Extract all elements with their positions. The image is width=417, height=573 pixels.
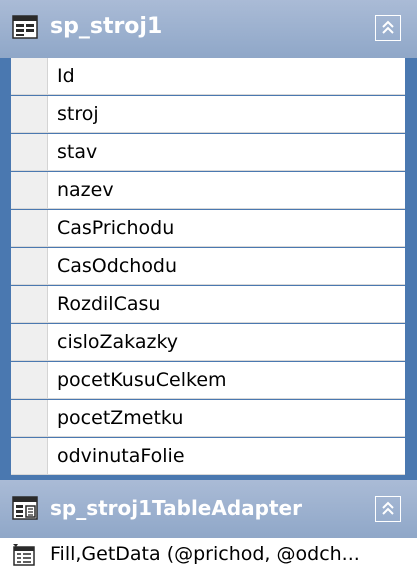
datatable-icon [12, 15, 38, 39]
column-name: RozdilCasu [57, 293, 161, 315]
row-selector[interactable] [11, 362, 48, 398]
row-selector[interactable] [11, 324, 48, 360]
datatable-sp-stroj1[interactable]: sp_stroj1 Id stroj stav nazev CasPrichod… [0, 0, 417, 573]
row-selector[interactable] [11, 286, 48, 322]
row-selector[interactable] [11, 210, 48, 246]
row-selector[interactable] [11, 438, 48, 474]
collapse-table-button[interactable] [375, 15, 401, 41]
row-selector[interactable] [11, 96, 48, 132]
column-name: odvinutaFolie [57, 445, 185, 467]
row-selector[interactable] [11, 172, 48, 208]
column-list: Id stroj stav nazev CasPrichodu CasOdcho… [0, 58, 417, 480]
column-name: Id [57, 65, 75, 87]
column-row[interactable]: RozdilCasu [11, 286, 405, 323]
column-name: pocetKusuCelkem [57, 369, 227, 391]
column-row[interactable]: pocetKusuCelkem [11, 362, 405, 399]
column-name: nazev [57, 179, 114, 201]
tableadapter-icon [12, 496, 38, 520]
collapse-adapter-button[interactable] [375, 496, 401, 522]
column-row[interactable]: Id [11, 58, 405, 95]
query-icon [13, 544, 35, 566]
query-label: Fill,GetData (@prichod, @odch... [50, 543, 360, 565]
column-row[interactable]: cisloZakazky [11, 324, 405, 361]
column-name: CasPrichodu [57, 217, 175, 239]
row-selector[interactable] [11, 400, 48, 436]
double-chevron-up-icon [382, 501, 394, 515]
column-row[interactable]: stroj [11, 96, 405, 133]
column-row[interactable]: pocetZmetku [11, 400, 405, 437]
datatable-title: sp_stroj1 [50, 14, 163, 39]
column-row[interactable]: nazev [11, 172, 405, 209]
column-row[interactable]: stav [11, 134, 405, 171]
column-row[interactable]: CasPrichodu [11, 210, 405, 247]
row-selector[interactable] [11, 58, 48, 94]
column-name: stav [57, 141, 98, 163]
column-row[interactable]: CasOdchodu [11, 248, 405, 285]
column-name: pocetZmetku [57, 407, 184, 429]
double-chevron-up-icon [382, 20, 394, 34]
row-selector[interactable] [11, 248, 48, 284]
row-selector[interactable] [11, 134, 48, 170]
query-row[interactable]: Fill,GetData (@prichod, @odch... [0, 538, 417, 573]
tableadapter-header[interactable]: sp_stroj1TableAdapter [0, 480, 417, 538]
tableadapter-title: sp_stroj1TableAdapter [50, 496, 302, 520]
column-name: CasOdchodu [57, 255, 178, 277]
datatable-header[interactable]: sp_stroj1 [0, 0, 417, 58]
dataset-designer: sp_stroj1 Id stroj stav nazev CasPrichod… [0, 0, 417, 573]
column-name: stroj [57, 103, 99, 125]
column-row[interactable]: odvinutaFolie [11, 438, 405, 475]
column-name: cisloZakazky [57, 331, 179, 353]
